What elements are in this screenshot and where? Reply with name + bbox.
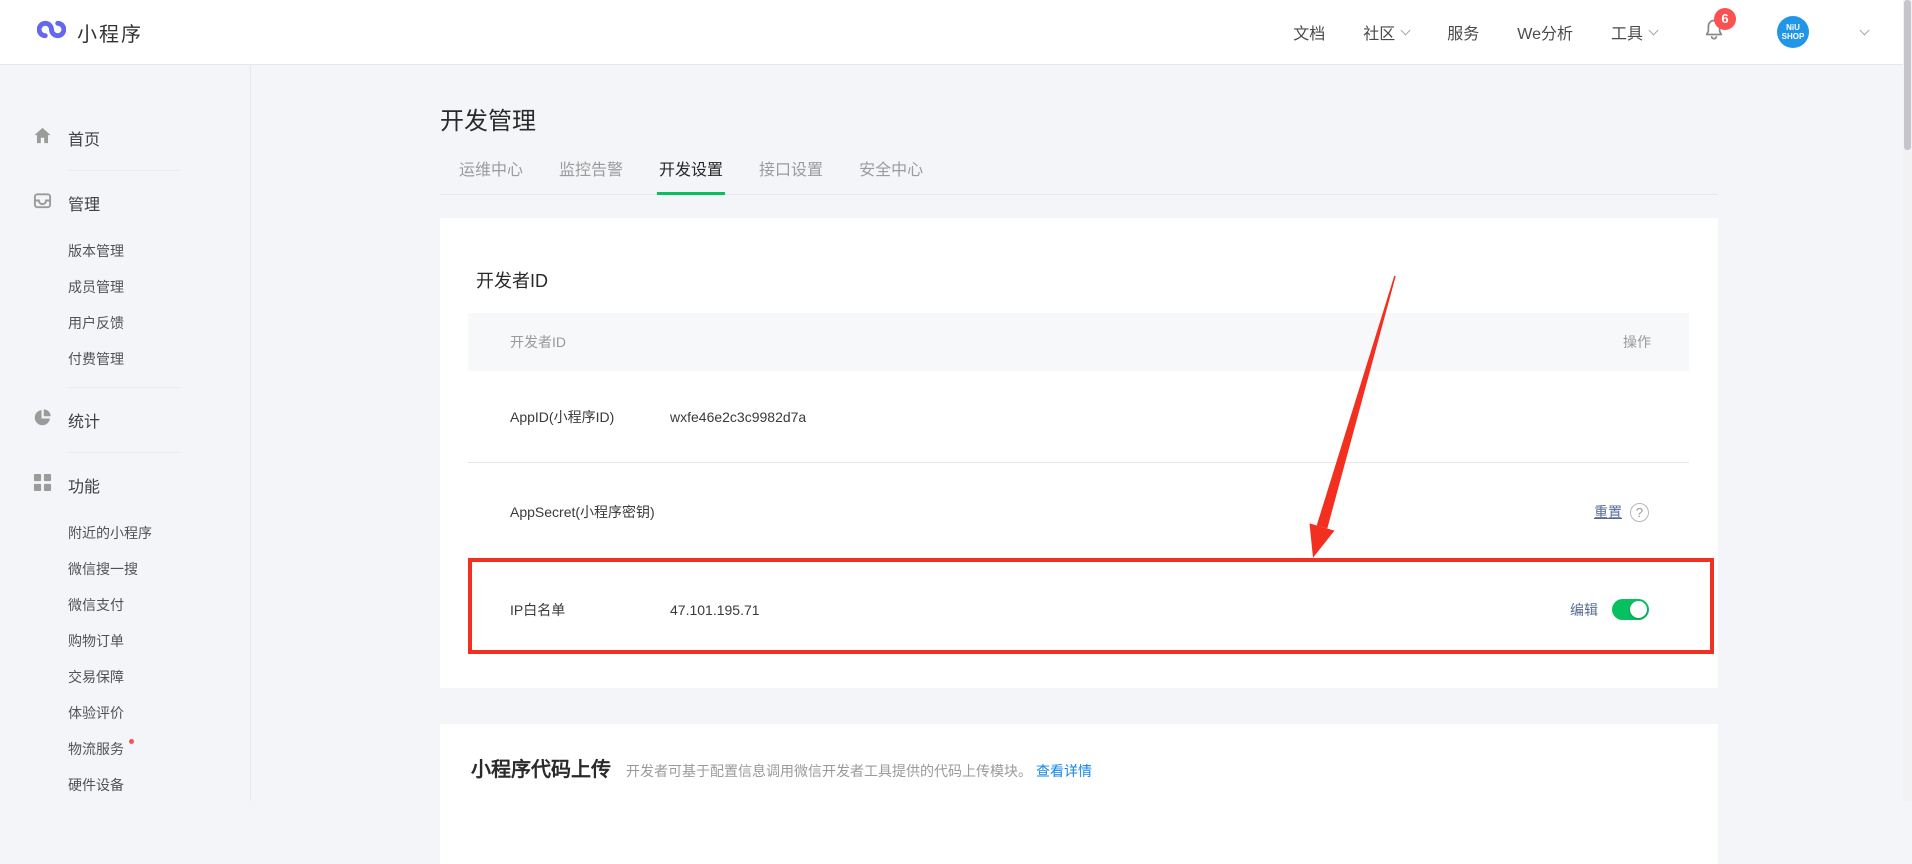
table-header-row: 开发者ID 操作 <box>468 313 1689 371</box>
edit-ip-whitelist-button[interactable]: 编辑 <box>1570 600 1598 620</box>
section-title-developer-id: 开发者ID <box>440 218 1718 293</box>
sidebar-subitem-trade-guarantee[interactable]: 交易保障 <box>0 659 250 695</box>
sidebar-subitem-nearby-miniprogram[interactable]: 附近的小程序 <box>0 515 250 551</box>
sidebar-subitem-member-manage[interactable]: 成员管理 <box>0 269 250 305</box>
pie-chart-icon <box>33 408 52 432</box>
scrollbar <box>1903 0 1912 801</box>
brand-title: 小程序 <box>77 18 143 47</box>
ip-whitelist-value: 47.101.195.71 <box>670 602 1570 618</box>
sidebar-subitem-logistics-service[interactable]: 物流服务 <box>0 731 250 767</box>
nav-community[interactable]: 社区 <box>1363 20 1409 44</box>
ip-whitelist-label: IP白名单 <box>510 600 670 620</box>
sidebar-item-home[interactable]: 首页 <box>0 121 250 155</box>
top-header: 小程序 文档 社区 服务 We分析 工具 6 NiU SHOP <box>0 0 1912 65</box>
table-row-appsecret: AppSecret(小程序密钥) 重置 ? <box>468 463 1689 562</box>
sidebar-subitem-wechat-pay[interactable]: 微信支付 <box>0 587 250 623</box>
chevron-down-icon <box>1401 26 1411 36</box>
section-title-code-upload: 小程序代码上传 <box>471 753 611 782</box>
nav-services[interactable]: 服务 <box>1447 20 1479 44</box>
tab-ops-center[interactable]: 运维中心 <box>459 156 523 194</box>
developer-id-card: 开发者ID 开发者ID 操作 AppID(小程序ID) wxfe46e2c3c9… <box>440 218 1718 688</box>
page-title: 开发管理 <box>440 106 1718 138</box>
avatar[interactable]: NiU SHOP <box>1777 16 1809 48</box>
notification-bell[interactable]: 6 <box>1701 17 1727 48</box>
nav-we-analytics[interactable]: We分析 <box>1517 20 1573 44</box>
divider <box>68 452 180 453</box>
nav-tools[interactable]: 工具 <box>1611 20 1657 44</box>
nav-docs[interactable]: 文档 <box>1293 20 1325 44</box>
ip-whitelist-toggle[interactable] <box>1612 599 1649 620</box>
table-header-actions: 操作 <box>1623 332 1651 352</box>
notification-badge: 6 <box>1714 8 1736 30</box>
table-header-developer-id: 开发者ID <box>510 332 566 352</box>
tab-monitor-alert[interactable]: 监控告警 <box>559 156 623 194</box>
sidebar-subitem-payment-manage[interactable]: 付费管理 <box>0 341 250 377</box>
tab-bar: 运维中心 监控告警 开发设置 接口设置 安全中心 <box>440 156 1718 195</box>
sidebar-subitem-wechat-search[interactable]: 微信搜一搜 <box>0 551 250 587</box>
tray-icon <box>33 191 52 215</box>
tab-api-settings[interactable]: 接口设置 <box>759 156 823 194</box>
sidebar-subitem-experience-rating[interactable]: 体验评价 <box>0 695 250 731</box>
sidebar-subitem-hardware-device[interactable]: 硬件设备 <box>0 767 250 803</box>
code-upload-description: 开发者可基于配置信息调用微信开发者工具提供的代码上传模块。 <box>626 761 1032 781</box>
header-nav: 文档 社区 服务 We分析 工具 6 NiU SHOP <box>1293 16 1868 48</box>
sidebar-item-features[interactable]: 功能 <box>0 468 250 502</box>
tab-security-center[interactable]: 安全中心 <box>859 156 923 194</box>
grid-icon <box>33 473 52 497</box>
code-upload-card: 小程序代码上传 开发者可基于配置信息调用微信开发者工具提供的代码上传模块。 查看… <box>440 724 1718 864</box>
chevron-down-icon <box>1649 26 1659 36</box>
chevron-down-icon[interactable] <box>1860 26 1870 36</box>
table-row-appid: AppID(小程序ID) wxfe46e2c3c9982d7a <box>468 371 1689 463</box>
appid-value: wxfe46e2c3c9982d7a <box>670 409 1649 425</box>
reset-appsecret-button[interactable]: 重置 <box>1594 502 1622 522</box>
sidebar-subitem-shopping-orders[interactable]: 购物订单 <box>0 623 250 659</box>
sidebar-item-manage[interactable]: 管理 <box>0 186 250 220</box>
tab-dev-settings[interactable]: 开发设置 <box>659 156 723 194</box>
sidebar: 首页 管理 版本管理 成员管理 用户反馈 付费管理 统计 <box>0 66 251 801</box>
view-details-link[interactable]: 查看详情 <box>1036 761 1092 781</box>
help-icon[interactable]: ? <box>1630 503 1649 522</box>
sidebar-subitem-version-manage[interactable]: 版本管理 <box>0 233 250 269</box>
appsecret-label: AppSecret(小程序密钥) <box>510 502 670 522</box>
sidebar-item-stats[interactable]: 统计 <box>0 403 250 437</box>
home-icon <box>33 126 52 150</box>
content-area: 开发管理 运维中心 监控告警 开发设置 接口设置 安全中心 开发者ID 开发者I… <box>251 66 1912 801</box>
table-row-ip-whitelist: IP白名单 47.101.195.71 编辑 <box>468 562 1689 657</box>
scrollbar-thumb[interactable] <box>1904 0 1911 150</box>
sidebar-subitem-user-feedback[interactable]: 用户反馈 <box>0 305 250 341</box>
divider <box>68 387 180 388</box>
miniprogram-logo-icon <box>37 15 66 49</box>
new-badge-dot <box>129 739 134 744</box>
appid-label: AppID(小程序ID) <box>510 407 670 427</box>
developer-id-table: 开发者ID 操作 AppID(小程序ID) wxfe46e2c3c9982d7a… <box>468 313 1689 657</box>
divider <box>68 170 180 171</box>
brand[interactable]: 小程序 <box>37 15 143 49</box>
bell-icon <box>1701 30 1727 47</box>
